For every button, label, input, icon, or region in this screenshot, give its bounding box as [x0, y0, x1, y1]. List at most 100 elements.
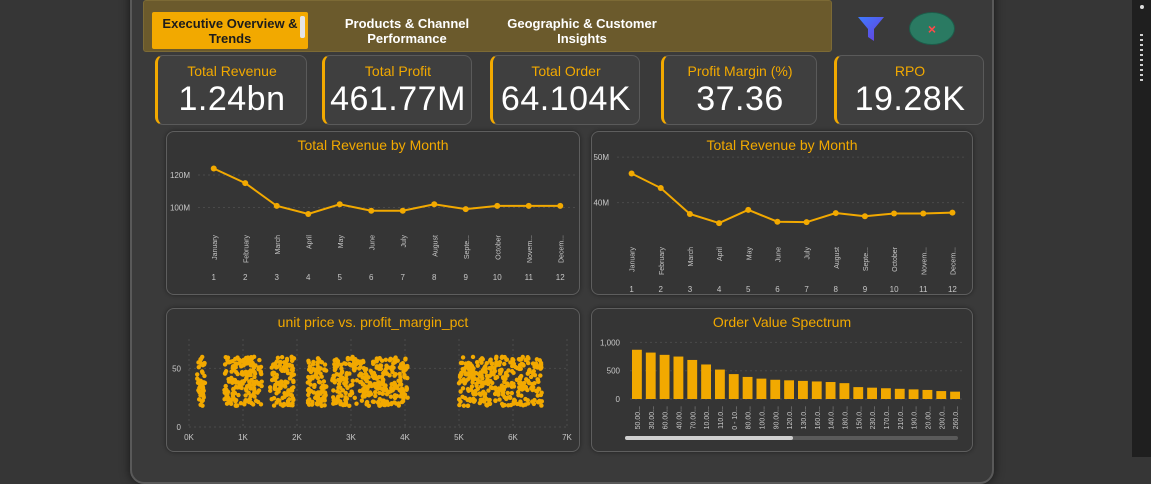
x-category-label: 190.0... [912, 406, 919, 429]
side-pane-collapsed[interactable] [1132, 0, 1151, 457]
bar [632, 349, 642, 399]
scatter-point [290, 401, 295, 406]
kpi-value: 461.77M [330, 80, 466, 118]
scatter-point [278, 385, 283, 391]
scatter-point [366, 375, 371, 380]
scatter-point [318, 359, 323, 364]
scatter-point [465, 403, 471, 409]
x-category-label: January [630, 247, 637, 272]
scatter-point [497, 371, 503, 376]
x-month-number: 4 [306, 273, 311, 282]
filter-funnel-icon[interactable] [856, 14, 886, 44]
kpi-card-rpo[interactable]: RPO 19.28K [834, 55, 984, 125]
bar [811, 381, 822, 399]
x-category-label: 130.0... [801, 406, 808, 429]
scatter-point [196, 397, 202, 402]
scatter-point [321, 394, 326, 400]
x-category-label: Decem... [950, 247, 957, 275]
scatter-point [354, 401, 359, 406]
x-tick-label: 3K [346, 433, 356, 442]
scatter-point [403, 357, 408, 362]
scatter-point [338, 378, 343, 384]
scatter-point [308, 382, 313, 387]
line-chart-svg: 40M 50M January 1 February 2 March 3 April 4 May 5 J… [593, 153, 967, 294]
scatter-point [505, 390, 510, 396]
kpi-card-total-order[interactable]: Total Order 64.104K [490, 55, 640, 125]
scatter-point [399, 399, 405, 405]
scatter-point [284, 361, 290, 367]
scatter-point [344, 372, 349, 378]
scatter-point [511, 384, 517, 389]
scatter-point [508, 402, 514, 408]
x-category-label: 40.00... [676, 406, 683, 429]
horizontal-scrollbar[interactable] [625, 436, 958, 440]
scatter-point [471, 399, 477, 404]
scatter-point [275, 397, 281, 403]
scatter-point [470, 376, 475, 382]
scatter-point [268, 388, 273, 393]
scatter-point [330, 395, 336, 400]
scatter-point [252, 379, 257, 385]
scatter-point [518, 399, 523, 404]
x-category-label: April [717, 247, 724, 261]
data-point [368, 207, 375, 214]
scatter-point [362, 394, 367, 399]
scatter-point [291, 372, 297, 377]
scatter-point [534, 363, 539, 369]
scatter-point [278, 359, 283, 365]
scrollbar-thumb[interactable] [625, 436, 793, 440]
scatter-point [352, 395, 357, 401]
bar [853, 387, 864, 399]
scatter-point [456, 380, 462, 386]
x-tick-label: 7K [562, 433, 572, 442]
kpi-label: Profit Margin (%) [687, 63, 793, 79]
x-tick-label: 1K [238, 433, 248, 442]
scatter-point [332, 380, 337, 385]
chart-order-value-spectrum[interactable]: Order Value Spectrum 0 500 1,000 50.00... 30… [591, 308, 973, 452]
clear-filters-button[interactable]: × [909, 12, 955, 45]
scatter-point [291, 378, 296, 383]
scatter-point [392, 373, 397, 378]
x-category-label: Novem... [921, 247, 928, 275]
scatter-point [306, 402, 312, 407]
scatter-point [478, 399, 484, 404]
tab-executive-overview[interactable]: Executive Overview & Trends [152, 12, 308, 49]
scatter-point [501, 403, 506, 408]
tab-products-channel[interactable]: Products & Channel Performance [332, 13, 482, 49]
scatter-point [331, 373, 336, 378]
kpi-card-total-profit[interactable]: Total Profit 461.77M [322, 55, 472, 125]
chart-revenue-by-month-right[interactable]: Total Revenue by Month 40M 50M January 1 Feb… [591, 131, 973, 295]
scatter-point [339, 369, 345, 374]
scatter-point [196, 378, 201, 383]
scatter-point [255, 399, 261, 405]
scatter-point [519, 361, 524, 367]
x-category-label: August [834, 247, 841, 269]
scatter-point [235, 356, 240, 361]
scatter-point [460, 386, 466, 391]
scatter-point [224, 401, 230, 406]
chart-unit-price-vs-margin[interactable]: unit price vs. profit_margin_pct 0K 1K 2K 3… [166, 308, 580, 452]
scatter-point [200, 403, 205, 408]
data-point [949, 209, 956, 216]
x-category-label: 180.0... [842, 406, 849, 429]
scatter-point [483, 369, 488, 375]
pane-label-icon [1140, 34, 1143, 84]
x-category-label: October [495, 234, 502, 260]
scatter-point [333, 400, 338, 406]
data-point [305, 211, 312, 217]
scatter-point [470, 354, 476, 360]
x-month-number: 12 [948, 285, 957, 294]
scatter-point [350, 378, 356, 384]
tab-geographic-customer[interactable]: Geographic & Customer Insights [502, 13, 662, 49]
scatter-point [324, 384, 329, 389]
scatter-point [340, 402, 345, 407]
scatter-point [518, 380, 523, 385]
scatter-point [247, 383, 252, 388]
chart-revenue-by-month-left[interactable]: Total Revenue by Month 100M 120M January 1 F… [166, 131, 580, 295]
scatter-point [522, 380, 527, 386]
scatter-point [233, 380, 239, 385]
scatter-point [199, 361, 204, 367]
kpi-card-profit-margin[interactable]: Profit Margin (%) 37.36 [661, 55, 817, 125]
kpi-card-total-revenue[interactable]: Total Revenue 1.24bn [155, 55, 307, 125]
scatter-point [284, 356, 290, 362]
